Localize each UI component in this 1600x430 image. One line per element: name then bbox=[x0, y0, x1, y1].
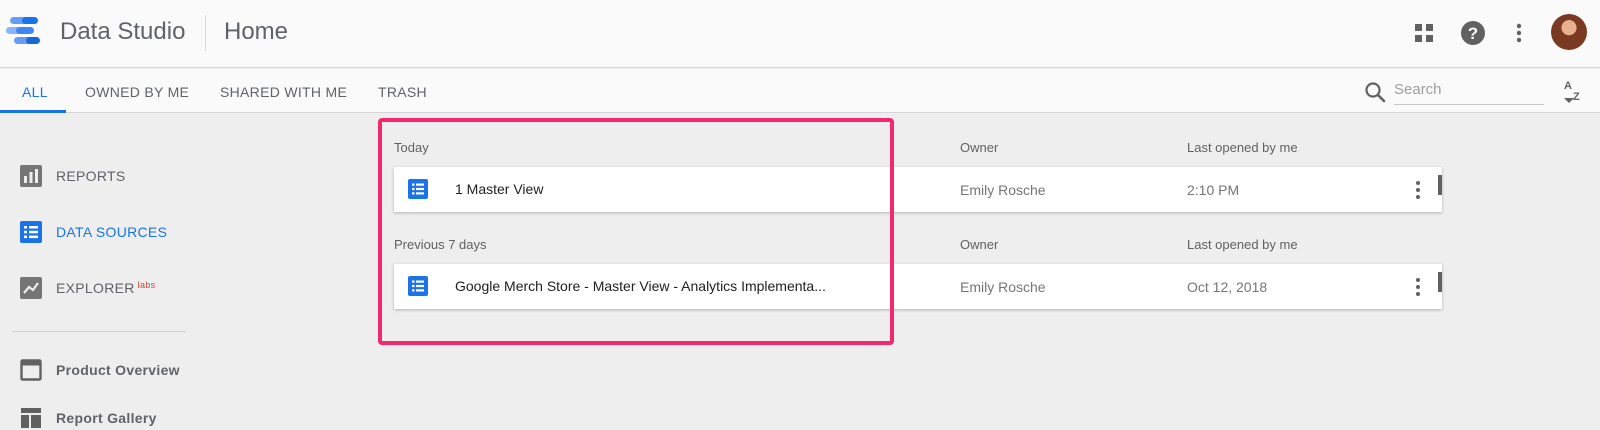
owner-column-header[interactable]: Owner bbox=[960, 140, 998, 155]
row-edge-marker bbox=[1438, 175, 1442, 195]
app-title[interactable]: Data Studio bbox=[60, 18, 185, 46]
tab-owned-by-me[interactable]: OWNED BY ME bbox=[85, 84, 189, 100]
sidebar-item-explorer[interactable]: EXPLORER labs bbox=[20, 276, 155, 300]
more-vert-icon[interactable] bbox=[1414, 179, 1422, 201]
svg-text:Z: Z bbox=[1573, 91, 1580, 103]
item-owner: Emily Rosche bbox=[960, 279, 1046, 295]
explorer-label: EXPLORER bbox=[56, 280, 135, 296]
owner-column-header[interactable]: Owner bbox=[960, 237, 998, 252]
app-bar: Data Studio Home ? bbox=[0, 0, 1600, 68]
active-tab-indicator bbox=[0, 110, 66, 113]
title-divider bbox=[205, 15, 206, 51]
bar-chart-icon bbox=[20, 165, 42, 187]
item-owner: Emily Rosche bbox=[960, 182, 1046, 198]
row-edge-marker bbox=[1438, 272, 1442, 292]
window-icon bbox=[20, 359, 42, 381]
svg-text:?: ? bbox=[1468, 24, 1478, 43]
last-opened-column-header[interactable]: Last opened by me bbox=[1187, 237, 1298, 252]
list-doc-icon bbox=[20, 221, 42, 243]
tab-bar: ALL OWNED BY ME SHARED WITH ME TRASH A Z bbox=[0, 69, 1600, 113]
more-vert-icon[interactable] bbox=[1414, 276, 1422, 298]
gallery-icon bbox=[21, 408, 41, 428]
apps-grid-icon[interactable] bbox=[1410, 19, 1438, 47]
sidebar-divider bbox=[12, 331, 186, 332]
more-vert-icon[interactable] bbox=[1505, 19, 1533, 47]
tab-trash[interactable]: TRASH bbox=[378, 84, 427, 100]
page-title: Home bbox=[224, 18, 289, 45]
highlight-annotation-box bbox=[378, 118, 894, 345]
trending-icon bbox=[20, 277, 42, 299]
sidebar-item-reports[interactable]: REPORTS bbox=[20, 164, 126, 188]
sidebar-item-data-sources[interactable]: DATA SOURCES bbox=[20, 220, 167, 244]
sidebar-item-report-gallery[interactable]: Report Gallery bbox=[20, 406, 157, 430]
search-icon[interactable] bbox=[1364, 81, 1386, 103]
tab-shared-with-me[interactable]: SHARED WITH ME bbox=[220, 84, 347, 100]
help-icon[interactable]: ? bbox=[1459, 19, 1487, 47]
item-last-opened: 2:10 PM bbox=[1187, 182, 1240, 198]
item-last-opened: Oct 12, 2018 bbox=[1187, 279, 1268, 295]
last-opened-column-header[interactable]: Last opened by me bbox=[1187, 140, 1298, 155]
data-studio-logo-icon[interactable] bbox=[6, 14, 42, 48]
search-input[interactable] bbox=[1394, 75, 1544, 105]
sidebar-item-label: DATA SOURCES bbox=[56, 224, 168, 240]
tab-all[interactable]: ALL bbox=[22, 84, 48, 100]
sidebar-item-label: EXPLORER labs bbox=[56, 280, 155, 296]
svg-text:A: A bbox=[1564, 80, 1572, 92]
labs-badge: labs bbox=[137, 280, 156, 290]
avatar[interactable] bbox=[1551, 14, 1587, 50]
sidebar-item-label: REPORTS bbox=[56, 168, 126, 184]
sidebar-item-product-overview[interactable]: Product Overview bbox=[20, 358, 180, 382]
sidebar-item-label: Product Overview bbox=[56, 362, 180, 378]
sidebar-item-label: Report Gallery bbox=[56, 410, 157, 426]
sort-az-icon[interactable]: A Z bbox=[1563, 78, 1587, 106]
